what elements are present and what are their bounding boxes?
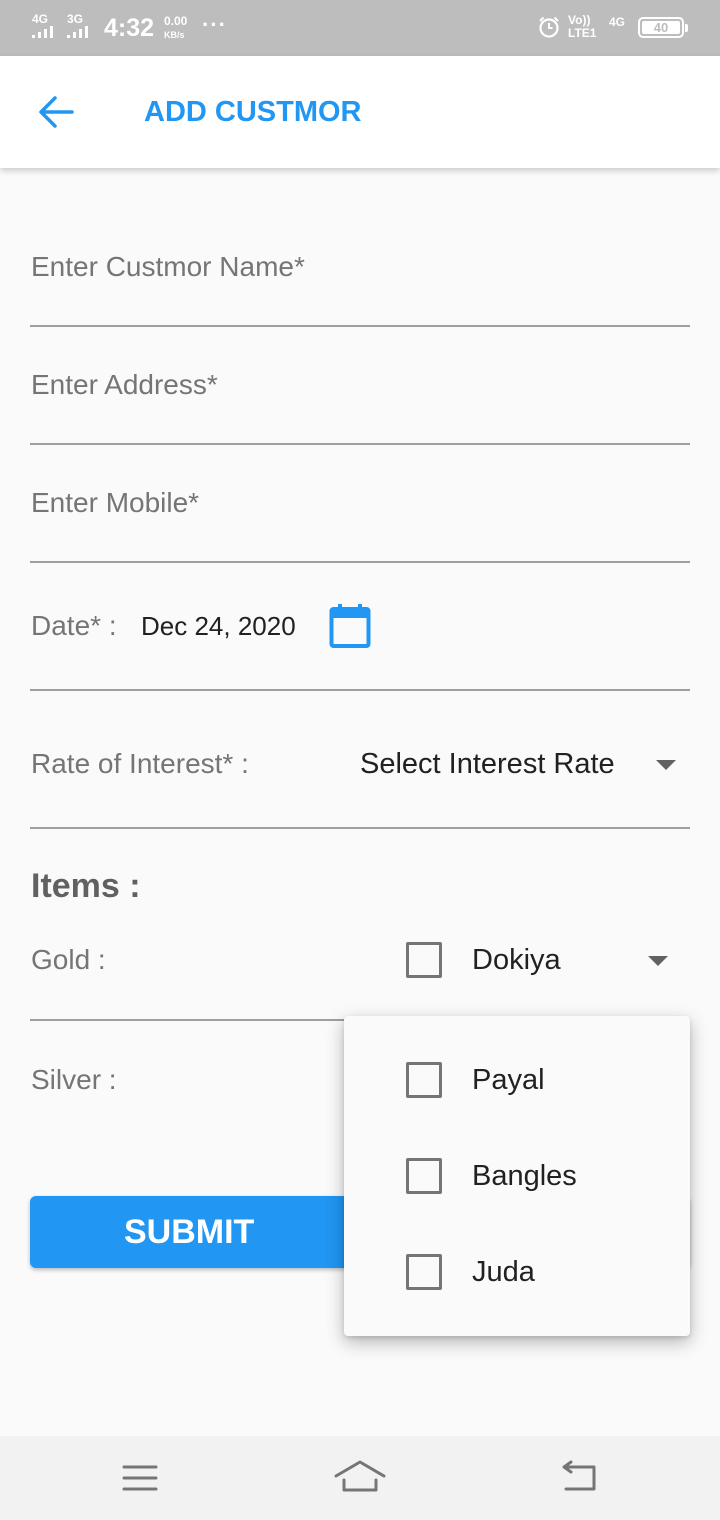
menu-item-payal[interactable]: Payal <box>344 1032 690 1128</box>
customer-name-underline <box>30 325 690 327</box>
screen: 4G 3G 4:32 0.00 KB/s ··· Vo)) LTE1 4G 40 <box>0 0 720 1520</box>
volte-indicator: Vo)) LTE1 <box>568 14 596 40</box>
status-bar: 4G 3G 4:32 0.00 KB/s ··· Vo)) LTE1 4G 40 <box>0 0 720 56</box>
back-button[interactable] <box>26 82 86 142</box>
gold-dropdown[interactable]: Dokiya <box>396 930 690 990</box>
signal-icon <box>67 26 88 38</box>
customer-name-field[interactable]: Enter Custmor Name* <box>30 236 690 328</box>
status-time: 4:32 <box>104 14 155 42</box>
page-title: ADD CUSTMOR <box>144 96 362 128</box>
menu-item-juda[interactable]: Juda <box>344 1224 690 1320</box>
back-icon <box>562 1460 596 1491</box>
menu-item-label: Juda <box>472 1256 535 1288</box>
submit-label: SUBMIT <box>124 1213 255 1251</box>
gold-label: Gold : <box>31 944 106 975</box>
items-heading: Items : <box>31 867 141 905</box>
gold-options-menu: Payal Bangles Juda <box>344 1016 690 1336</box>
mobile-underline <box>30 561 690 563</box>
mobile-placeholder: Enter Mobile* <box>31 487 200 518</box>
interest-rate-value: Select Interest Rate <box>360 748 615 780</box>
network-type-3: 4G <box>609 15 626 29</box>
network-speed-unit: KB/s <box>164 30 185 40</box>
interest-rate-underline <box>30 827 690 829</box>
menu-item-label: Payal <box>472 1064 545 1096</box>
address-placeholder: Enter Address* <box>31 369 218 400</box>
interest-rate-label: Rate of Interest* : <box>31 748 249 779</box>
alarm-icon <box>539 16 559 38</box>
network-type-2: 3G <box>67 12 84 26</box>
menu-icon <box>122 1465 158 1491</box>
chevron-down-icon <box>648 956 668 966</box>
silver-label: Silver : <box>31 1064 117 1095</box>
navigation-bar <box>0 1436 720 1520</box>
more-notifications-icon: ··· <box>202 12 227 37</box>
dokiya-checkbox[interactable] <box>406 942 442 978</box>
payal-checkbox[interactable] <box>406 1062 442 1098</box>
bangles-checkbox[interactable] <box>406 1158 442 1194</box>
date-underline <box>30 689 690 691</box>
chevron-down-icon <box>656 760 676 770</box>
back-nav-button[interactable] <box>550 1454 610 1502</box>
network-speed: 0.00 <box>164 14 188 28</box>
menu-item-bangles[interactable]: Bangles <box>344 1128 690 1224</box>
battery-icon: 40 <box>638 17 688 38</box>
home-icon <box>334 1460 386 1492</box>
juda-checkbox[interactable] <box>406 1254 442 1290</box>
app-bar: ADD CUSTMOR <box>0 56 720 168</box>
menu-item-label: Bangles <box>472 1160 577 1192</box>
address-underline <box>30 443 690 445</box>
interest-rate-dropdown[interactable]: Select Interest Rate <box>360 740 690 790</box>
customer-name-placeholder: Enter Custmor Name* <box>31 251 305 282</box>
network-type-1: 4G <box>32 12 49 26</box>
arrow-left-icon <box>39 96 74 128</box>
address-field[interactable]: Enter Address* <box>30 354 690 446</box>
gold-selected-option: Dokiya <box>472 944 561 976</box>
volte-bottom: LTE1 <box>568 26 597 40</box>
recent-apps-button[interactable] <box>110 1454 170 1502</box>
signal-icon <box>32 26 53 38</box>
mobile-field[interactable]: Enter Mobile* <box>30 472 690 564</box>
date-label: Date* : <box>31 610 117 641</box>
date-value: Dec 24, 2020 <box>141 611 296 641</box>
home-button[interactable] <box>330 1454 390 1502</box>
calendar-icon[interactable] <box>329 603 371 649</box>
battery-level: 40 <box>642 21 680 34</box>
